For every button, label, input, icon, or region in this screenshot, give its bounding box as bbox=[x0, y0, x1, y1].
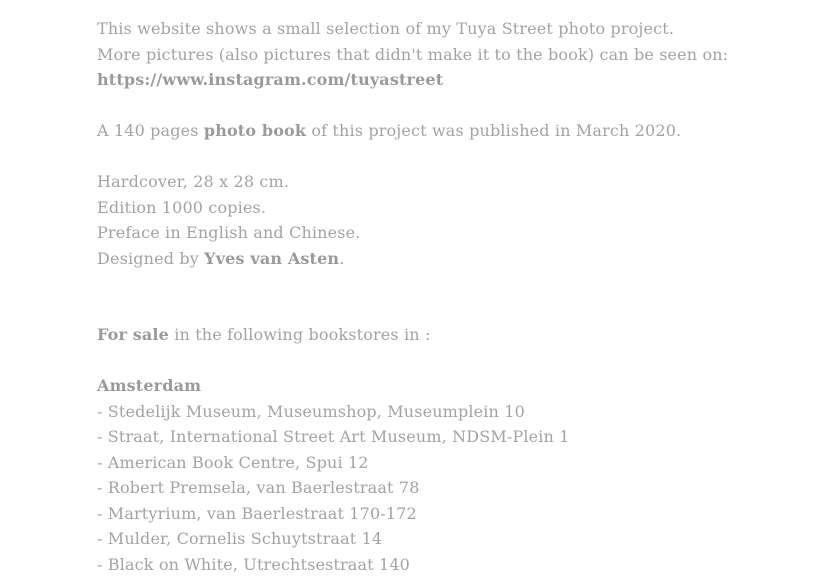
store-item: - Martyrium, van Baerlestraat 170-172 bbox=[97, 501, 817, 527]
designer-name: Yves van Asten bbox=[204, 249, 339, 268]
instagram-link[interactable]: https://www.instagram.com/tuyastreet bbox=[97, 70, 443, 89]
store-item: - Black on White, Utrechtsestraat 140 bbox=[97, 552, 817, 577]
spacer bbox=[97, 348, 817, 374]
page-content: This website shows a small selection of … bbox=[97, 16, 817, 577]
spacer bbox=[97, 271, 817, 297]
for-sale-line: For sale in the following bookstores in … bbox=[97, 322, 817, 348]
for-sale-bold: For sale bbox=[97, 325, 169, 344]
designed-suffix: . bbox=[339, 249, 344, 268]
store-item: - Mulder, Cornelis Schuytstraat 14 bbox=[97, 526, 817, 552]
store-item: - American Book Centre, Spui 12 bbox=[97, 450, 817, 476]
designed-by-line: Designed by Yves van Asten. bbox=[97, 246, 817, 272]
spacer bbox=[97, 93, 817, 119]
store-item: - Robert Premsela, van Baerlestraat 78 bbox=[97, 475, 817, 501]
photo-book-line: A 140 pages photo book of this project w… bbox=[97, 118, 817, 144]
spacer bbox=[97, 144, 817, 170]
store-item: - Straat, International Street Art Museu… bbox=[97, 424, 817, 450]
photo-book-prefix: A 140 pages bbox=[97, 121, 204, 140]
spacer bbox=[97, 297, 817, 323]
for-sale-suffix: in the following bookstores in : bbox=[169, 325, 431, 344]
instagram-line: https://www.instagram.com/tuyastreet bbox=[97, 67, 817, 93]
photo-book-bold: photo book bbox=[204, 121, 306, 140]
intro-line-2: More pictures (also pictures that didn't… bbox=[97, 42, 817, 68]
designed-prefix: Designed by bbox=[97, 249, 204, 268]
city-name: Amsterdam bbox=[97, 376, 201, 395]
preface-line: Preface in English and Chinese. bbox=[97, 220, 817, 246]
store-item: - Stedelijk Museum, Museumshop, Museumpl… bbox=[97, 399, 817, 425]
photo-book-suffix: of this project was published in March 2… bbox=[306, 121, 681, 140]
edition-line: Edition 1000 copies. bbox=[97, 195, 817, 221]
city-heading-amsterdam: Amsterdam bbox=[97, 373, 817, 399]
intro-line-1: This website shows a small selection of … bbox=[97, 16, 817, 42]
hardcover-line: Hardcover, 28 x 28 cm. bbox=[97, 169, 817, 195]
